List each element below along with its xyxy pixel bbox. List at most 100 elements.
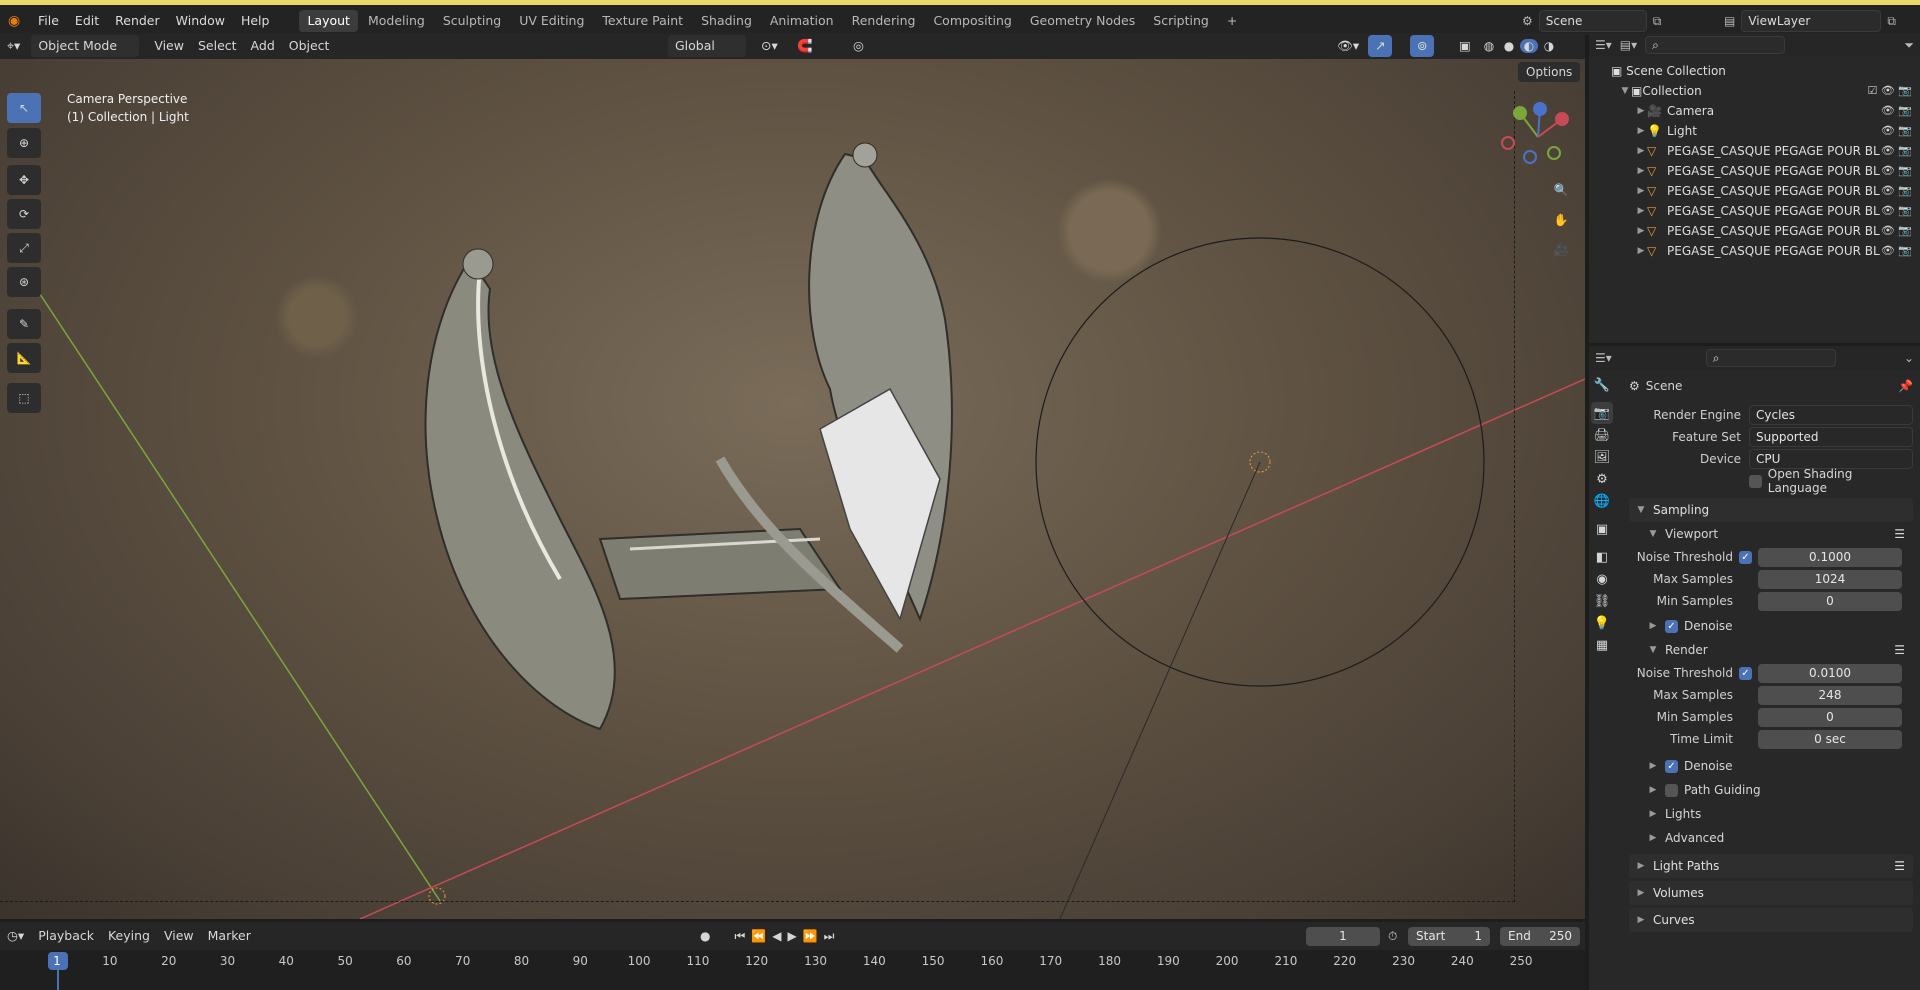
render-subpanel-header[interactable]: ▼ Render ☰ — [1629, 638, 1913, 662]
osl-checkbox[interactable] — [1749, 474, 1762, 488]
lights-subpanel-header[interactable]: ▶ Lights — [1629, 802, 1913, 826]
tab-layout[interactable]: Layout — [299, 9, 358, 32]
overlays-toggle-icon[interactable]: ⊚ — [1410, 35, 1435, 57]
xray-icon[interactable]: ▣ — [1452, 35, 1478, 57]
menu-keying[interactable]: Keying — [101, 925, 157, 947]
preset-list-icon[interactable]: ☰ — [1894, 527, 1905, 541]
new-scene-icon[interactable]: ⧉ — [1653, 14, 1662, 29]
view-layer-field[interactable]: ViewLayer — [1741, 10, 1882, 32]
outliner-item-mesh[interactable]: ▶ ▽ PEGASE_CASQUE PEGAGE POUR BL 👁 📷 — [1611, 221, 1920, 241]
visibility-icons[interactable]: 👁 📷 — [1881, 241, 1912, 261]
render-denoise-row[interactable]: ▶ ✓ Denoise — [1629, 754, 1913, 778]
tab-shading[interactable]: Shading — [693, 10, 760, 32]
options-dropdown[interactable]: Options — [1518, 62, 1581, 82]
render-time-limit-field[interactable]: 0 sec — [1758, 729, 1902, 749]
curves-panel-header[interactable]: ▶ Curves — [1629, 908, 1913, 932]
expand-collection-icon[interactable]: ▼ — [1619, 81, 1631, 101]
viewport-subpanel-header[interactable]: ▼ Viewport ☰ — [1629, 522, 1913, 546]
collection-visibility-icons[interactable]: ☑ 👁 📷 — [1867, 81, 1912, 101]
expand-icon[interactable]: ▶ — [1635, 181, 1647, 201]
expand-icon[interactable]: ▶ — [1635, 141, 1647, 161]
timer-icon[interactable]: ⏱ — [1388, 929, 1397, 944]
viewport-min-samples-field[interactable]: 0 — [1758, 591, 1902, 611]
physics-tab-icon[interactable]: ◉ — [1591, 568, 1613, 590]
feature-set-dropdown[interactable]: Supported — [1749, 427, 1913, 447]
data-tab-icon[interactable]: 💡 — [1591, 612, 1613, 634]
outliner-item-mesh[interactable]: ▶ ▽ PEGASE_CASQUE PEGAGE POUR BL 👁 📷 — [1611, 241, 1920, 261]
view-layer-icon[interactable]: ▤ — [1724, 14, 1735, 28]
outliner-item-mesh[interactable]: ▶ ▽ PEGASE_CASQUE PEGAGE POUR BL 👁 📷 — [1611, 201, 1920, 221]
render-engine-dropdown[interactable]: Cycles — [1749, 405, 1913, 425]
scene-icon[interactable]: ⚙ — [1522, 14, 1533, 28]
viewport-noise-threshold-field[interactable]: 0.1000 — [1758, 547, 1902, 567]
world-tab-icon[interactable]: 🌐 — [1591, 490, 1613, 512]
start-frame-field[interactable]: Start 1 — [1408, 926, 1490, 946]
tab-sculpting[interactable]: Sculpting — [435, 10, 509, 32]
device-dropdown[interactable]: CPU — [1749, 449, 1913, 469]
outliner-editor-icon[interactable]: ☰▾ — [1595, 38, 1612, 52]
constraints-tab-icon[interactable]: ⛓ — [1591, 590, 1613, 612]
scene-collection-row[interactable]: ▣ Scene Collection — [1611, 61, 1920, 81]
rendered-shading-icon[interactable]: ◑ — [1540, 39, 1558, 53]
annotate-tool[interactable]: ✎ — [7, 309, 41, 339]
object-tab-icon[interactable]: ◧ — [1591, 546, 1613, 568]
new-view-layer-icon[interactable]: ⧉ — [1887, 14, 1896, 29]
menu-playback[interactable]: Playback — [31, 925, 101, 947]
visibility-icons[interactable]: 👁 📷 — [1881, 121, 1912, 141]
wireframe-shading-icon[interactable]: ◍ — [1480, 39, 1498, 53]
play-reverse-icon[interactable]: ◀ — [772, 929, 781, 943]
outliner-item-mesh[interactable]: ▶ ▽ PEGASE_CASQUE PEGAGE POUR BL 👁 📷 — [1611, 181, 1920, 201]
outliner-item-camera[interactable]: ▶ 🎥 Camera 👁 📷 — [1611, 101, 1920, 121]
material-shading-icon[interactable]: ◐ — [1520, 39, 1538, 53]
end-frame-field[interactable]: End 250 — [1500, 926, 1580, 946]
pivot-point-icon[interactable]: ⊙▾ — [754, 35, 785, 57]
menu-object[interactable]: Object — [282, 35, 337, 57]
visibility-icons[interactable]: 👁 📷 — [1881, 201, 1912, 221]
scene-name-field[interactable]: Scene — [1538, 10, 1647, 32]
tab-scripting[interactable]: Scripting — [1145, 10, 1217, 32]
navigation-gizmo[interactable] — [1500, 99, 1576, 175]
menu-help[interactable]: Help — [233, 10, 278, 32]
visibility-icons[interactable]: 👁 📷 — [1881, 221, 1912, 241]
timeline-editor-icon[interactable]: ◷▾ — [0, 925, 31, 947]
select-box-tool[interactable]: ↖ — [7, 93, 41, 123]
record-icon[interactable]: ● — [700, 929, 710, 943]
menu-add[interactable]: Add — [244, 35, 282, 57]
jump-end-icon[interactable]: ⏭ — [824, 929, 835, 944]
outliner-item-mesh[interactable]: ▶ ▽ PEGASE_CASQUE PEGAGE POUR BL 👁 📷 — [1611, 141, 1920, 161]
render-tab-icon[interactable]: 📷 — [1591, 402, 1613, 424]
tab-uv-editing[interactable]: UV Editing — [511, 10, 592, 32]
preset-list-icon[interactable]: ☰ — [1894, 854, 1905, 878]
editor-type-icon[interactable]: ⌖▾ — [0, 35, 27, 57]
outliner-search-input[interactable]: ⌕ — [1645, 36, 1786, 54]
render-max-samples-field[interactable]: 248 — [1758, 685, 1902, 705]
menu-edit[interactable]: Edit — [67, 10, 107, 32]
tool-tab-icon[interactable]: 🔧 — [1591, 374, 1613, 396]
expand-icon[interactable]: ▶ — [1635, 221, 1647, 241]
noise-threshold-checkbox[interactable]: ✓ — [1739, 550, 1752, 564]
snap-icon[interactable]: 🧲 — [790, 35, 820, 57]
texture-tab-icon[interactable]: ▦ — [1591, 634, 1613, 656]
noise-threshold-checkbox[interactable]: ✓ — [1739, 666, 1752, 680]
menu-marker[interactable]: Marker — [201, 925, 258, 947]
view-layer-tab-icon[interactable]: 🖼 — [1591, 446, 1613, 468]
menu-view[interactable]: View — [147, 35, 191, 57]
render-noise-threshold-field[interactable]: 0.0100 — [1758, 663, 1902, 683]
path-guiding-checkbox[interactable] — [1665, 783, 1678, 797]
zoom-icon[interactable]: 🔍 — [1548, 177, 1574, 203]
light-paths-panel-header[interactable]: ▶ Light Paths ☰ — [1629, 854, 1913, 878]
jump-start-icon[interactable]: ⏮ — [734, 929, 745, 944]
scale-tool[interactable]: ⤢ — [7, 233, 41, 263]
advanced-subpanel-header[interactable]: ▶ Advanced — [1629, 826, 1913, 850]
next-keyframe-icon[interactable]: ⏩ — [803, 929, 818, 943]
volumes-panel-header[interactable]: ▶ Volumes — [1629, 881, 1913, 905]
scene-tab-icon[interactable]: ⚙ — [1591, 468, 1613, 490]
collection-tab-icon[interactable]: ▣ — [1591, 518, 1613, 540]
viewport-denoise-checkbox[interactable]: ✓ — [1665, 619, 1678, 633]
preset-list-icon[interactable]: ☰ — [1894, 643, 1905, 657]
move-tool[interactable]: ✥ — [7, 165, 41, 195]
path-guiding-row[interactable]: ▶ Path Guiding — [1629, 778, 1913, 802]
filter-icon[interactable]: ⏷ — [1904, 38, 1914, 53]
viewport-denoise-row[interactable]: ▶ ✓ Denoise — [1629, 614, 1913, 638]
collapse-icon[interactable]: ⌄ — [1904, 351, 1914, 365]
